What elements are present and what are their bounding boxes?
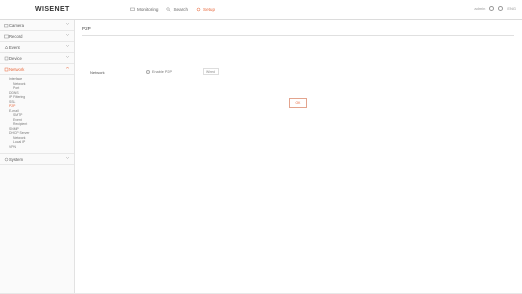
chevron-down-icon bbox=[66, 45, 69, 47]
wisenet-logo: WISENET bbox=[35, 6, 70, 13]
network-submenu: Interface Network Port DDNS IP Filtering… bbox=[0, 75, 74, 153]
setup-icon bbox=[196, 7, 201, 12]
chevron-down-icon bbox=[66, 34, 69, 36]
checkbox-label: Enable P2P bbox=[152, 70, 173, 74]
sidebar: Camera Record Event Device Network Inter… bbox=[0, 20, 75, 294]
sidebar-item-record[interactable]: Record bbox=[0, 31, 74, 42]
sidebar-item-label: Network bbox=[9, 66, 25, 72]
network-select[interactable]: Wired bbox=[203, 68, 219, 75]
checkbox-icon bbox=[146, 70, 150, 74]
sidebar-item-label: Record bbox=[9, 33, 23, 39]
monitoring-label: Monitoring bbox=[137, 7, 159, 12]
network-select-value: Wired bbox=[206, 69, 215, 74]
top-right-controls: admin ENG bbox=[474, 6, 516, 11]
monitor-icon bbox=[130, 7, 135, 11]
sidebar-item-label: Camera bbox=[9, 22, 24, 28]
setup-tab[interactable]: Setup bbox=[196, 7, 215, 12]
sidebar-item-device[interactable]: Device bbox=[0, 53, 74, 64]
sidebar-item-label: Event bbox=[9, 44, 20, 50]
top-navigation: Monitoring Search Setup bbox=[130, 7, 215, 12]
chevron-down-icon bbox=[66, 56, 69, 58]
submenu-vpn[interactable]: VPN bbox=[9, 145, 74, 150]
chevron-down-icon bbox=[66, 157, 69, 159]
user-text: admin bbox=[474, 6, 486, 11]
settings-icon[interactable] bbox=[498, 6, 504, 11]
setup-label: Setup bbox=[203, 7, 216, 12]
sidebar-item-camera[interactable]: Camera bbox=[0, 20, 74, 31]
divider bbox=[82, 35, 514, 36]
top-bar: WISENET Monitoring Search Setup admin EN… bbox=[0, 0, 522, 20]
search-label: Search bbox=[173, 7, 189, 12]
enable-p2p-checkbox[interactable]: Enable P2P bbox=[146, 70, 172, 74]
sidebar-item-network[interactable]: Network bbox=[0, 64, 74, 75]
search-icon bbox=[166, 7, 171, 12]
page-title: P2P bbox=[82, 26, 91, 31]
sidebar-item-system[interactable]: System bbox=[0, 153, 74, 165]
language-text[interactable]: ENG bbox=[507, 6, 516, 11]
monitoring-tab[interactable]: Monitoring bbox=[130, 7, 158, 12]
network-setting-label: Network bbox=[90, 70, 105, 75]
sidebar-item-label: Device bbox=[9, 55, 22, 61]
ok-button[interactable]: OK bbox=[289, 98, 307, 108]
search-tab[interactable]: Search bbox=[166, 7, 188, 12]
chevron-down-icon bbox=[66, 23, 69, 25]
sidebar-item-label: System bbox=[9, 156, 23, 162]
main-content: P2P Network Enable P2P Wired OK bbox=[76, 20, 522, 294]
chevron-up-icon bbox=[66, 67, 69, 69]
sidebar-item-event[interactable]: Event bbox=[0, 42, 74, 53]
help-icon[interactable] bbox=[489, 6, 495, 11]
